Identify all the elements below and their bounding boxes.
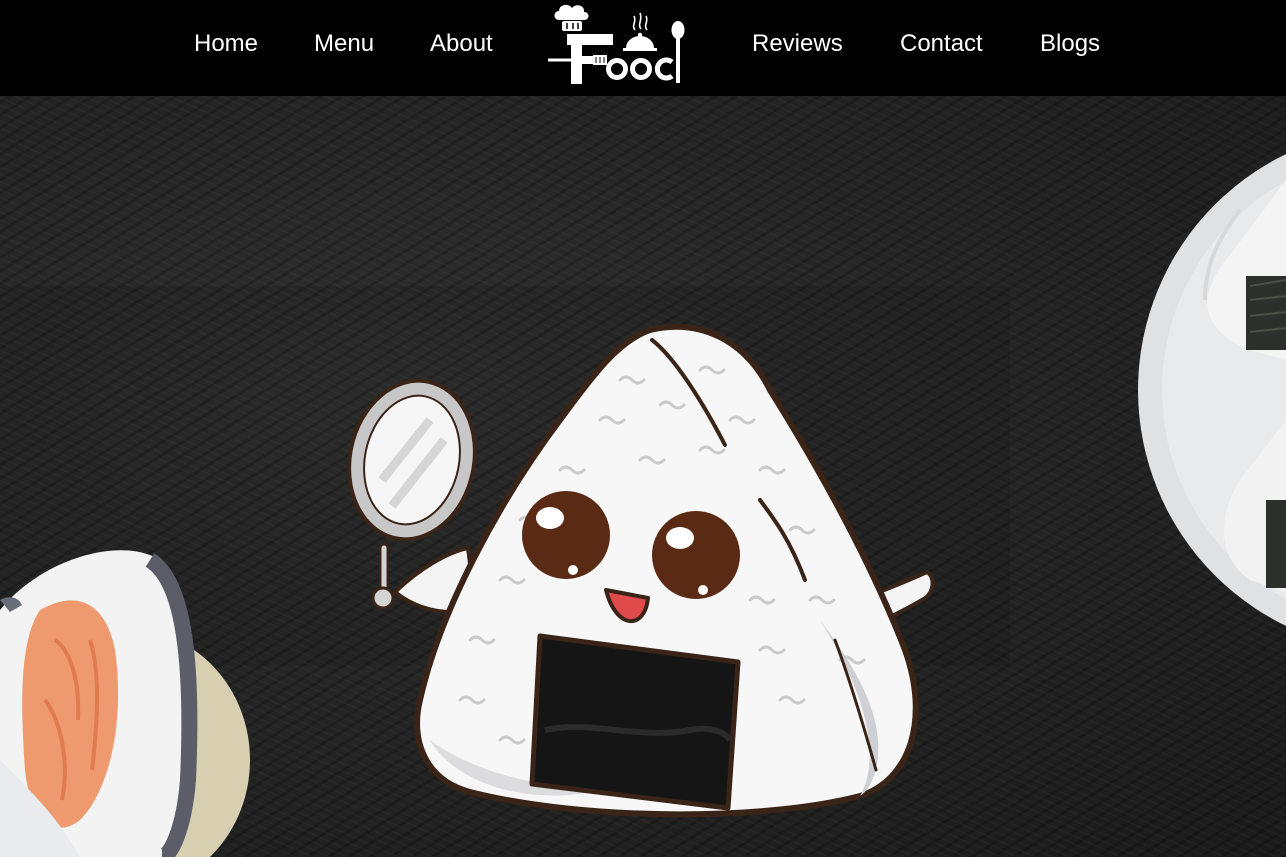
cloche-icon bbox=[623, 12, 657, 51]
nori-seaweed bbox=[529, 633, 741, 811]
nav-link-blogs[interactable]: Blogs bbox=[1040, 30, 1100, 58]
salmon-onigiri-image bbox=[0, 550, 250, 857]
nav-link-contact[interactable]: Contact bbox=[900, 30, 983, 58]
onigiri-mascot bbox=[347, 323, 935, 818]
chef-hat-icon bbox=[554, 4, 589, 31]
nav-link-about[interactable]: About bbox=[430, 30, 493, 58]
hero-section bbox=[0, 96, 1286, 857]
nav-link-menu[interactable]: Menu bbox=[314, 30, 374, 58]
food-logo[interactable] bbox=[545, 0, 690, 90]
spoon-icon bbox=[671, 21, 685, 83]
nav-link-reviews[interactable]: Reviews bbox=[752, 30, 843, 58]
onigiri-plate-image bbox=[1138, 154, 1286, 626]
top-navbar: Home Menu About Reviews Contact Blogs bbox=[0, 0, 1286, 96]
nav-link-home[interactable]: Home bbox=[194, 30, 258, 58]
